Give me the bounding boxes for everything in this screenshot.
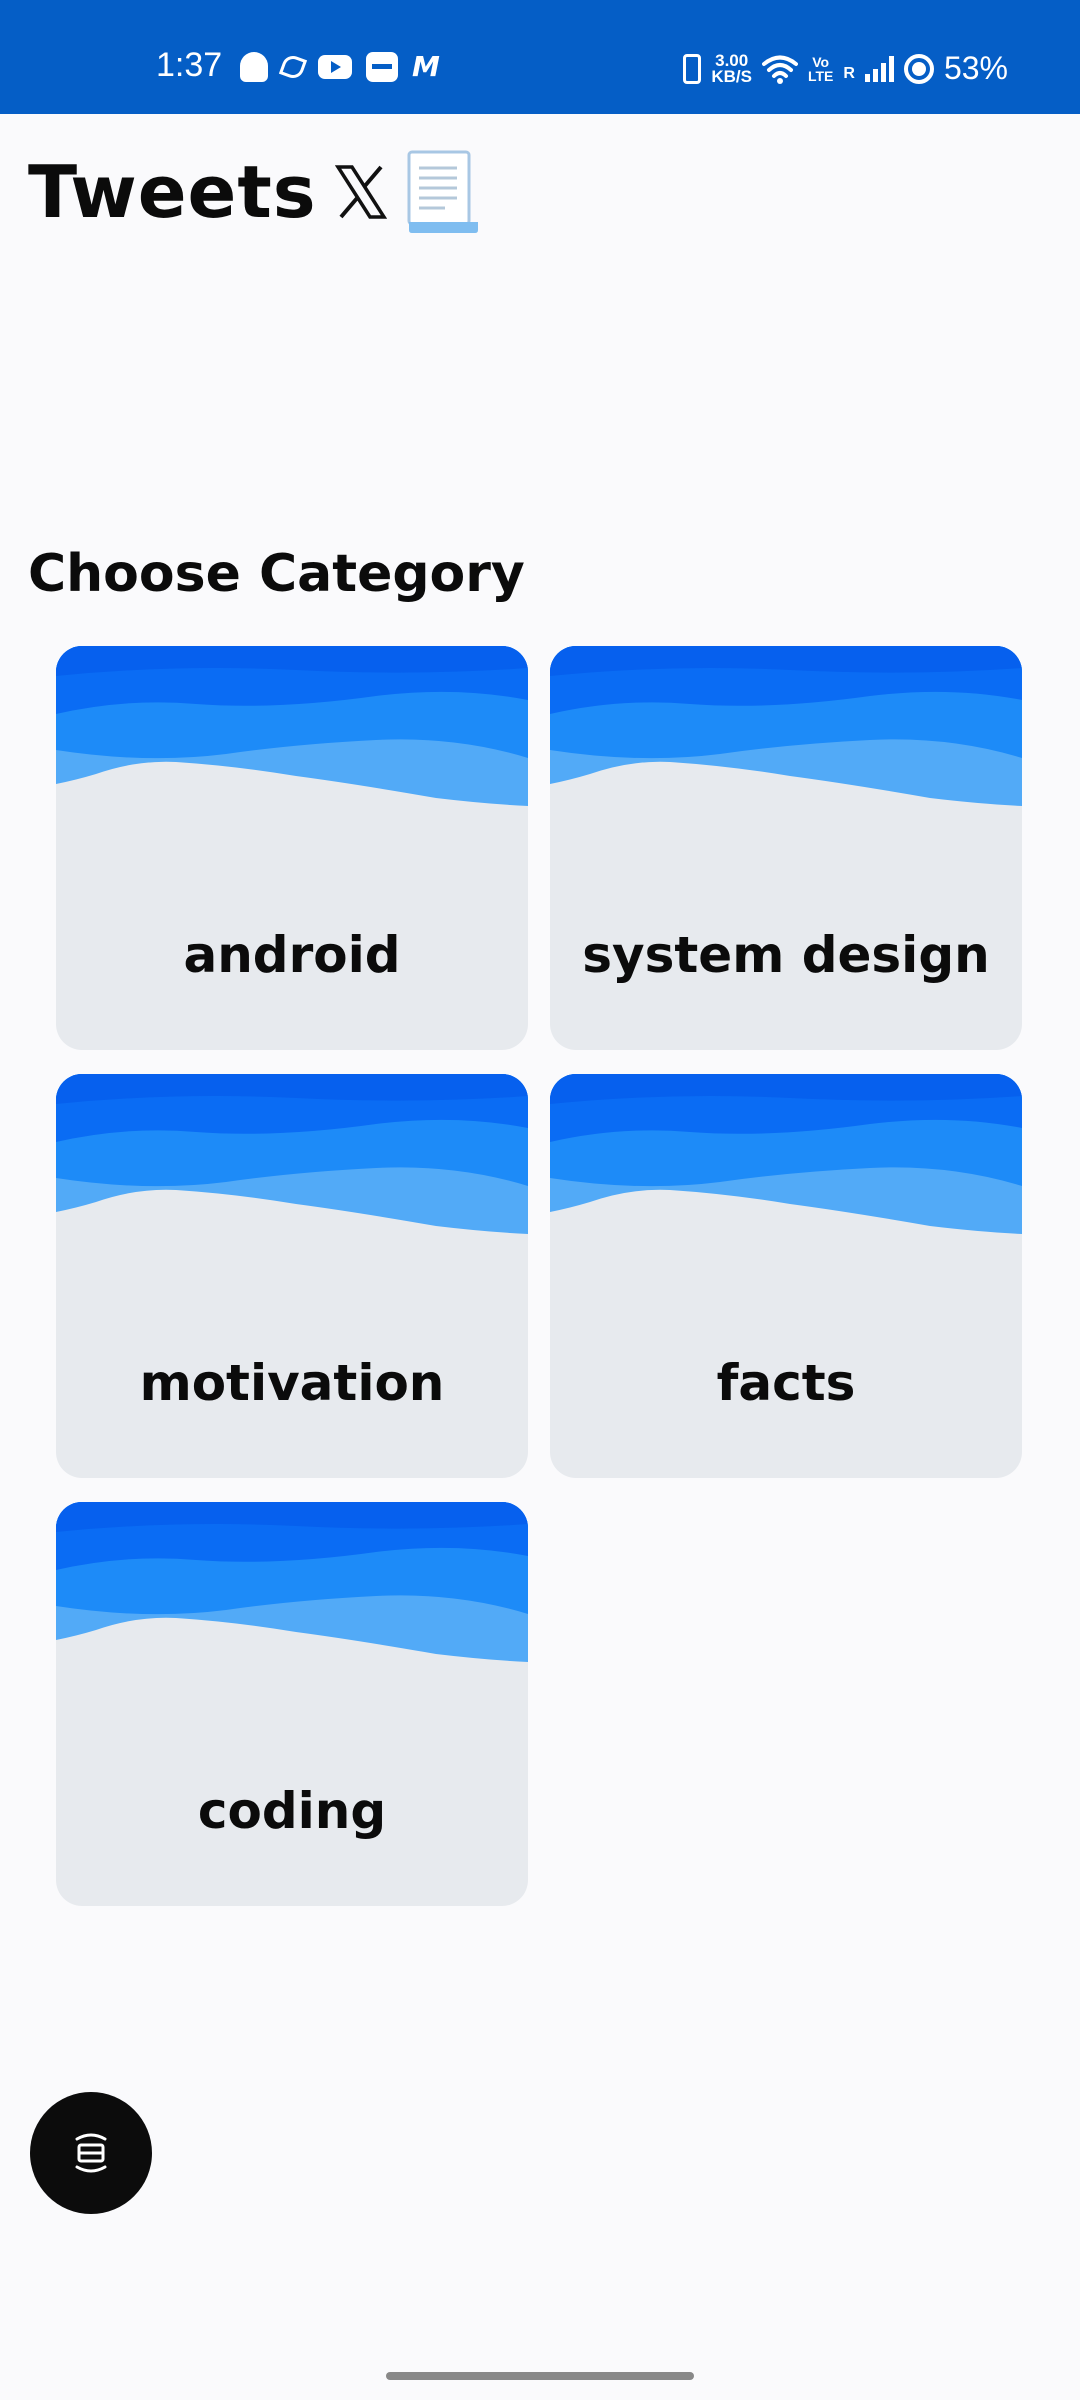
wave-header: [56, 646, 528, 806]
status-time: 1:37: [156, 46, 223, 84]
section-title: Choose Category: [28, 544, 525, 604]
volte-indicator: Vo LTE: [808, 55, 833, 83]
wave-header: [56, 1074, 528, 1234]
page-header: Tweets: [28, 150, 479, 234]
volte-top: Vo: [812, 53, 830, 70]
fitness-icon: [278, 52, 308, 82]
paytm-icon: [366, 52, 398, 82]
home-indicator[interactable]: [386, 2372, 694, 2380]
category-card-facts[interactable]: facts: [550, 1074, 1022, 1478]
wave-header: [550, 646, 1022, 806]
category-label: system design: [582, 926, 990, 984]
x-logo-icon: [334, 165, 387, 219]
status-bar: 1:37 M 3.00 KB/S Vo LTE R 53%: [0, 0, 1080, 114]
category-label: motivation: [139, 1354, 445, 1412]
youtube-icon: [318, 55, 352, 79]
battery-saver-icon: [903, 53, 934, 84]
roaming-indicator: R: [843, 64, 855, 82]
document-icon: [407, 150, 478, 233]
category-card-coding[interactable]: coding: [56, 1502, 528, 1906]
meesho-icon: M: [412, 50, 440, 83]
battery-level: 53%: [943, 50, 1008, 86]
category-card-android[interactable]: android: [56, 646, 528, 1050]
network-speed-unit: KB/S: [711, 66, 752, 86]
screen-rotate-icon: [75, 2133, 107, 2173]
network-speed: 3.00 KB/S: [711, 52, 752, 86]
screen-rotate-button[interactable]: [30, 2092, 152, 2214]
wave-header: [550, 1074, 1022, 1234]
vibrate-icon: [683, 53, 702, 84]
system-icons: 3.00 KB/S Vo LTE R 53%: [683, 50, 1008, 87]
signal-icon: [864, 55, 894, 82]
category-label: android: [183, 926, 401, 984]
category-card-system-design[interactable]: system design: [550, 646, 1022, 1050]
category-label: facts: [716, 1354, 856, 1412]
app-screen: 1:37 M 3.00 KB/S Vo LTE R 53% Tweets Cho…: [0, 0, 1080, 2400]
volte-bottom: LTE: [807, 67, 834, 84]
page-title: Tweets: [28, 150, 317, 234]
category-label: coding: [197, 1782, 387, 1840]
wifi-icon: [761, 55, 798, 84]
wave-header: [56, 1502, 528, 1662]
notification-icons: M: [240, 52, 440, 82]
category-card-motivation[interactable]: motivation: [56, 1074, 528, 1478]
snapchat-icon: [240, 52, 268, 82]
